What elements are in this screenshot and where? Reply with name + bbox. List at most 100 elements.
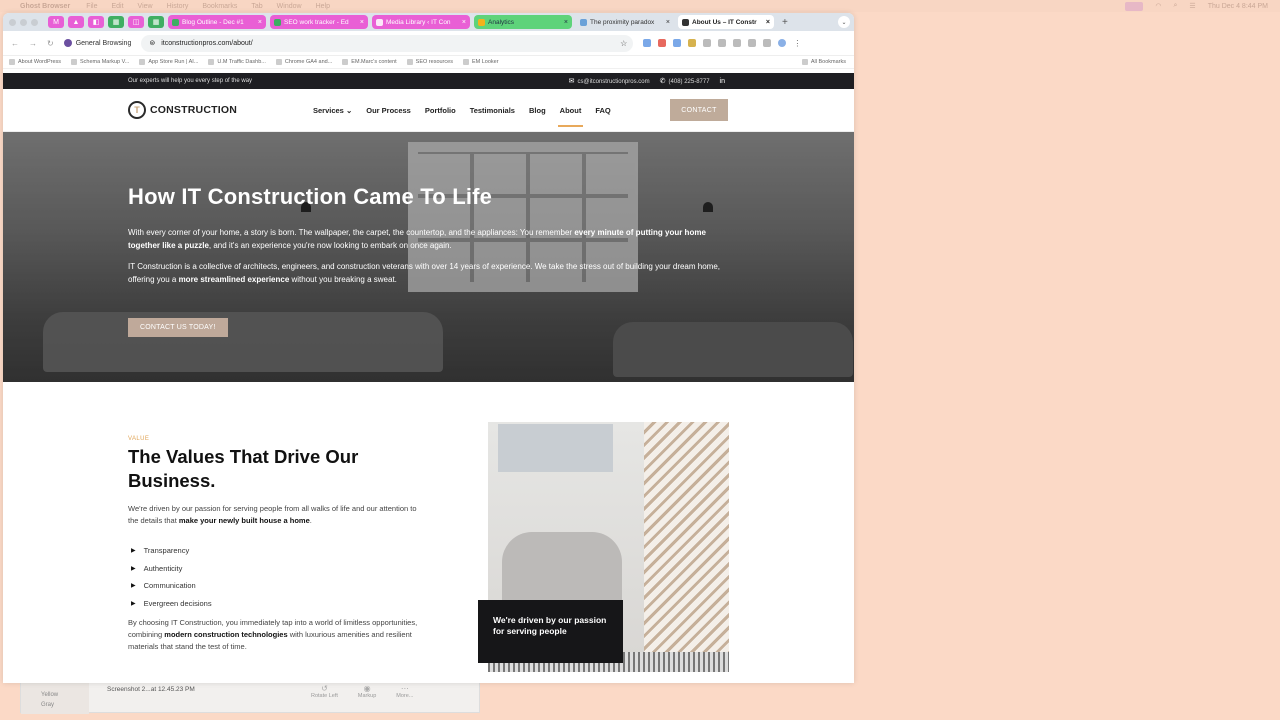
bookmark-item[interactable]: About WordPress [9,59,61,65]
pinned-tab-2[interactable]: ▲ [68,16,84,28]
menubar-clock[interactable]: Thu Dec 4 8:44 PM [1208,3,1268,10]
close-tab-icon[interactable]: × [258,19,262,26]
linkedin-icon[interactable]: in [720,78,725,85]
preview-file-name[interactable]: Screenshot 2...at 12.45.23 PM [107,686,195,693]
caret-right-icon: ▶ [131,548,136,555]
pinned-tab-5[interactable]: ◫ [128,16,144,28]
nav-testimonials[interactable]: Testimonials [470,106,515,115]
tab-about-us[interactable]: About Us – IT Constr × [678,15,774,29]
menu-bookmarks[interactable]: Bookmarks [202,3,237,10]
nav-our-process[interactable]: Our Process [366,106,411,115]
tab-search-icon[interactable]: ⌄ [838,16,850,28]
menu-file[interactable]: File [86,3,97,10]
menu-window[interactable]: Window [277,3,302,10]
menu-edit[interactable]: Edit [111,3,123,10]
contact-us-today-button[interactable]: CONTACT US TODAY! [128,318,228,337]
site-logo[interactable]: T CONSTRUCTION [128,101,237,119]
phone-icon: ✆ [659,78,666,85]
tag-yellow[interactable]: Yellow [41,692,89,698]
tab-proximity-paradox[interactable]: The proximity paradox × [576,15,674,29]
profile-switcher[interactable]: General Browsing [63,39,131,47]
address-bar[interactable]: ⊜ itconstructionpros.com/about/ ☆ [141,34,634,52]
page-icon [580,18,587,26]
url-text[interactable]: itconstructionpros.com/about/ [161,40,252,47]
close-window-button[interactable] [9,18,16,26]
close-tab-icon[interactable]: × [462,19,466,26]
pinned-tab-1[interactable]: M [48,16,64,28]
tab-blog-outline[interactable]: Blog Outline - Dec #1 × [168,15,266,29]
extension-icon[interactable] [673,39,682,47]
pinned-tab-3[interactable]: ◧ [88,16,104,28]
avatar[interactable] [778,39,787,47]
bookmark-star-icon[interactable]: ☆ [620,39,627,48]
bookmark-item[interactable]: EM.Marc's content [342,59,397,65]
list-item: ▶ Authenticity [131,563,183,573]
search-icon[interactable]: ⌕ [1173,2,1177,10]
menu-kebab-icon[interactable]: ⋮ [793,39,801,48]
menu-view[interactable]: View [138,3,153,10]
more-icon: ⋯ [400,684,409,693]
close-tab-icon[interactable]: × [666,19,670,26]
values-image-caption: We're driven by our passion for serving … [478,600,623,663]
nav-services[interactable]: Services ⌄ [313,106,352,115]
site-header: T CONSTRUCTION Services ⌄ Our Process Po… [3,89,854,132]
bookmark-item[interactable]: Schema Markup V... [71,59,129,65]
nav-faq[interactable]: FAQ [595,106,610,115]
menu-history[interactable]: History [167,3,189,10]
folder-icon [406,59,413,65]
all-bookmarks[interactable]: All Bookmarks [801,59,846,65]
tab-analytics[interactable]: Analytics × [474,15,572,29]
close-tab-icon[interactable]: × [360,19,364,26]
email-link[interactable]: ✉ cs@itconstructionpros.com [569,77,650,85]
tab-media-library[interactable]: Media Library ‹ IT Con × [372,15,470,29]
bookmark-item[interactable]: Chrome GA4 and... [275,59,332,65]
extension-icon[interactable] [748,39,757,47]
tab-seo-tracker[interactable]: SEO work tracker - Ed × [270,15,368,29]
extension-icon[interactable] [718,39,727,47]
nav-portfolio[interactable]: Portfolio [425,106,456,115]
extension-icon[interactable] [703,39,712,47]
phone-link[interactable]: ✆ (408) 225-8777 [660,77,710,85]
close-tab-icon[interactable]: × [766,19,770,26]
contact-button[interactable]: CONTACT [670,99,728,121]
nav-about[interactable]: About [557,106,583,127]
menu-help[interactable]: Help [316,3,330,10]
back-icon[interactable]: ← [11,39,19,48]
rotate-left-button[interactable]: ↺ Rotate Left [311,684,338,699]
extension-icon[interactable] [733,39,742,47]
values-list: ▶ Transparency ▶ Authenticity ▶ Communicati… [131,542,212,612]
status-pill-icon[interactable] [1125,1,1144,11]
mail-icon: ✉ [568,78,575,85]
folder-icon [342,59,349,65]
image-decor-panel [644,422,729,672]
profile-icon [63,39,72,47]
extension-icon[interactable] [658,39,667,47]
values-closing-text: By choosing IT Construction, you immedia… [128,618,418,651]
nav-blog[interactable]: Blog [529,106,546,115]
minimize-window-button[interactable] [20,18,27,26]
forward-icon[interactable]: → [29,39,37,48]
extensions-puzzle-icon[interactable] [763,39,772,47]
bookmark-item[interactable]: U.M Traffic Dashb... [208,59,266,65]
pinned-tab-6[interactable]: ▦ [148,16,164,28]
reload-icon[interactable]: ↻ [47,39,54,48]
markup-button[interactable]: ◉ Markup [358,684,376,699]
site-info-icon[interactable]: ⊜ [149,39,155,47]
new-tab-icon[interactable]: + [782,17,788,28]
extension-icon[interactable] [688,39,697,47]
pinned-tab-4[interactable]: ▦ [108,16,124,28]
list-item: ▶ Transparency [131,546,190,556]
bookmark-item[interactable]: App Store Run | AI... [139,59,198,65]
menu-tab[interactable]: Tab [251,3,262,10]
bookmark-item[interactable]: SEO resources [406,59,453,65]
control-center-icon[interactable]: ☰ [1189,2,1195,10]
wifi-icon[interactable]: ◠ [1155,2,1161,10]
tag-gray[interactable]: Gray [41,702,89,708]
rotate-left-icon: ↺ [321,684,328,693]
close-tab-icon[interactable]: × [564,19,568,26]
menubar-app-name[interactable]: Ghost Browser [20,3,70,10]
more-button[interactable]: ⋯ More... [396,684,413,699]
extension-icon[interactable] [643,39,652,47]
zoom-window-button[interactable] [31,18,38,26]
bookmark-item[interactable]: EM Looker [462,59,499,65]
